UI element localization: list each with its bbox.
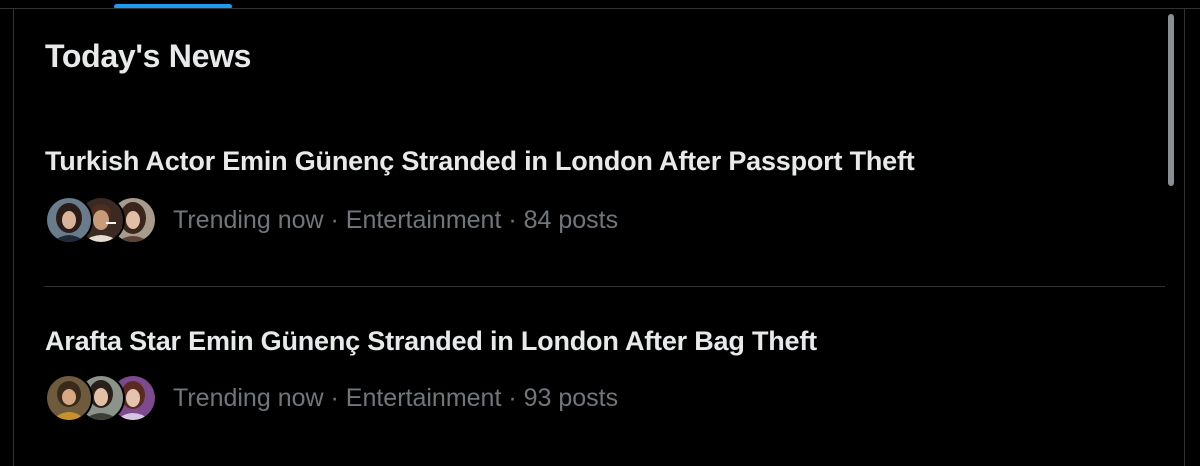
avatar-stack bbox=[45, 374, 160, 422]
news-headline[interactable]: Turkish Actor Emin Günenç Stranded in Lo… bbox=[45, 146, 915, 177]
avatar-stack bbox=[45, 196, 160, 244]
panel-right-border bbox=[1184, 8, 1185, 466]
avatar bbox=[45, 196, 93, 244]
scrollbar[interactable] bbox=[1168, 14, 1174, 186]
news-headline[interactable]: Arafta Star Emin Günenç Stranded in Lond… bbox=[45, 326, 817, 357]
news-meta: Trending now · Entertainment · 93 posts bbox=[173, 383, 619, 412]
section-title: Today's News bbox=[45, 38, 252, 74]
news-meta-row: Trending now · Entertainment · 84 posts bbox=[45, 195, 618, 245]
news-meta: Trending now · Entertainment · 84 posts bbox=[173, 205, 619, 234]
avatar bbox=[45, 374, 93, 422]
item-divider bbox=[44, 286, 1165, 287]
news-item[interactable]: Turkish Actor Emin Günenç Stranded in Lo… bbox=[14, 130, 1166, 286]
news-item[interactable]: Arafta Star Emin Günenç Stranded in Lond… bbox=[14, 310, 1166, 466]
news-meta-row: Trending now · Entertainment · 93 posts bbox=[45, 373, 618, 423]
top-divider bbox=[0, 8, 1200, 9]
